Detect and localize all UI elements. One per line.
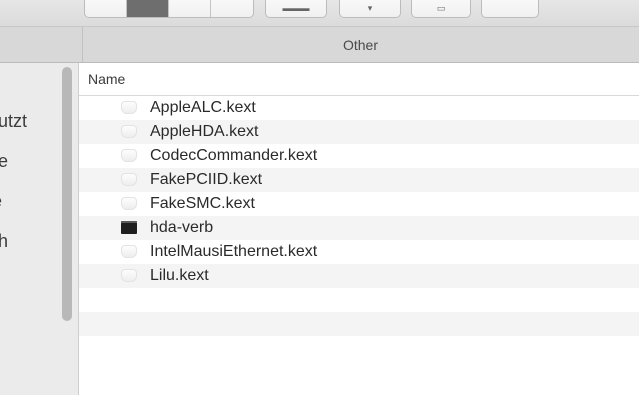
file-row[interactable]: Lilu.kext bbox=[79, 264, 639, 288]
file-row[interactable]: IntelMausiEthernet.kext bbox=[79, 240, 639, 264]
file-name: AppleALC.kext bbox=[150, 99, 256, 116]
column-view-button[interactable] bbox=[169, 0, 211, 17]
sidebar-item-3[interactable]: h bbox=[0, 231, 8, 252]
file-row[interactable]: hda-verb bbox=[79, 216, 639, 240]
action-button[interactable]: ▾ bbox=[339, 0, 401, 18]
sidebar-scrollbar[interactable] bbox=[62, 67, 72, 321]
action-icon: ▾ bbox=[367, 2, 373, 13]
sidebar: utzt e e h r bbox=[0, 63, 78, 395]
share-icon: ▭ bbox=[436, 2, 446, 13]
name-column-label: Name bbox=[88, 71, 126, 87]
gallery-view-button[interactable] bbox=[211, 0, 253, 17]
kext-bundle-icon bbox=[121, 197, 137, 210]
tab-other[interactable]: Other bbox=[82, 27, 639, 62]
sidebar-item-0[interactable]: utzt bbox=[0, 111, 27, 132]
file-name: Lilu.kext bbox=[150, 267, 209, 284]
file-name: CodecCommander.kext bbox=[150, 147, 318, 164]
file-name: FakeSMC.kext bbox=[150, 195, 255, 212]
sidebar-item-1[interactable]: e bbox=[0, 151, 8, 172]
file-row[interactable]: FakeSMC.kext bbox=[79, 192, 639, 216]
file-row[interactable]: CodecCommander.kext bbox=[79, 144, 639, 168]
file-name: IntelMausiEthernet.kext bbox=[150, 243, 318, 260]
file-row[interactable]: AppleALC.kext bbox=[79, 96, 639, 120]
arrange-icon: ▬▬▬ bbox=[282, 3, 310, 13]
file-rows: AppleALC.kext AppleHDA.kext CodecCommand… bbox=[79, 96, 639, 360]
kext-bundle-icon bbox=[121, 149, 137, 162]
terminal-executable-icon bbox=[121, 221, 137, 234]
arrange-button[interactable]: ▬▬▬ bbox=[265, 0, 327, 18]
kext-bundle-icon bbox=[121, 245, 137, 258]
list-view-button[interactable] bbox=[127, 0, 169, 17]
file-row[interactable]: AppleHDA.kext bbox=[79, 120, 639, 144]
kext-bundle-icon bbox=[121, 269, 137, 282]
file-row[interactable]: FakePCIID.kext bbox=[79, 168, 639, 192]
share-button[interactable]: ▭ bbox=[411, 0, 471, 18]
file-name: FakePCIID.kext bbox=[150, 171, 263, 188]
sidebar-item-2[interactable]: e bbox=[0, 191, 2, 212]
tab-title-label: Other bbox=[342, 36, 378, 53]
name-column-header[interactable]: Name bbox=[79, 63, 639, 96]
tab-bar: Other bbox=[0, 26, 639, 63]
toolbar: ▬▬▬ ▾ ▭ bbox=[0, 0, 639, 26]
file-name: hda-verb bbox=[150, 219, 214, 236]
tags-button[interactable] bbox=[481, 0, 539, 18]
kext-bundle-icon bbox=[121, 173, 137, 186]
empty-row bbox=[79, 312, 639, 336]
file-list: Name AppleALC.kext AppleHDA.kext CodecCo… bbox=[79, 63, 639, 395]
kext-bundle-icon bbox=[121, 101, 137, 114]
empty-row bbox=[79, 288, 639, 312]
file-name: AppleHDA.kext bbox=[150, 123, 259, 140]
finder-window: ▬▬▬ ▾ ▭ Other utzt e e h r Name bbox=[0, 0, 639, 395]
empty-row bbox=[79, 336, 639, 360]
kext-bundle-icon bbox=[121, 125, 137, 138]
icon-view-button[interactable] bbox=[85, 0, 127, 17]
view-mode-switcher bbox=[84, 0, 254, 18]
